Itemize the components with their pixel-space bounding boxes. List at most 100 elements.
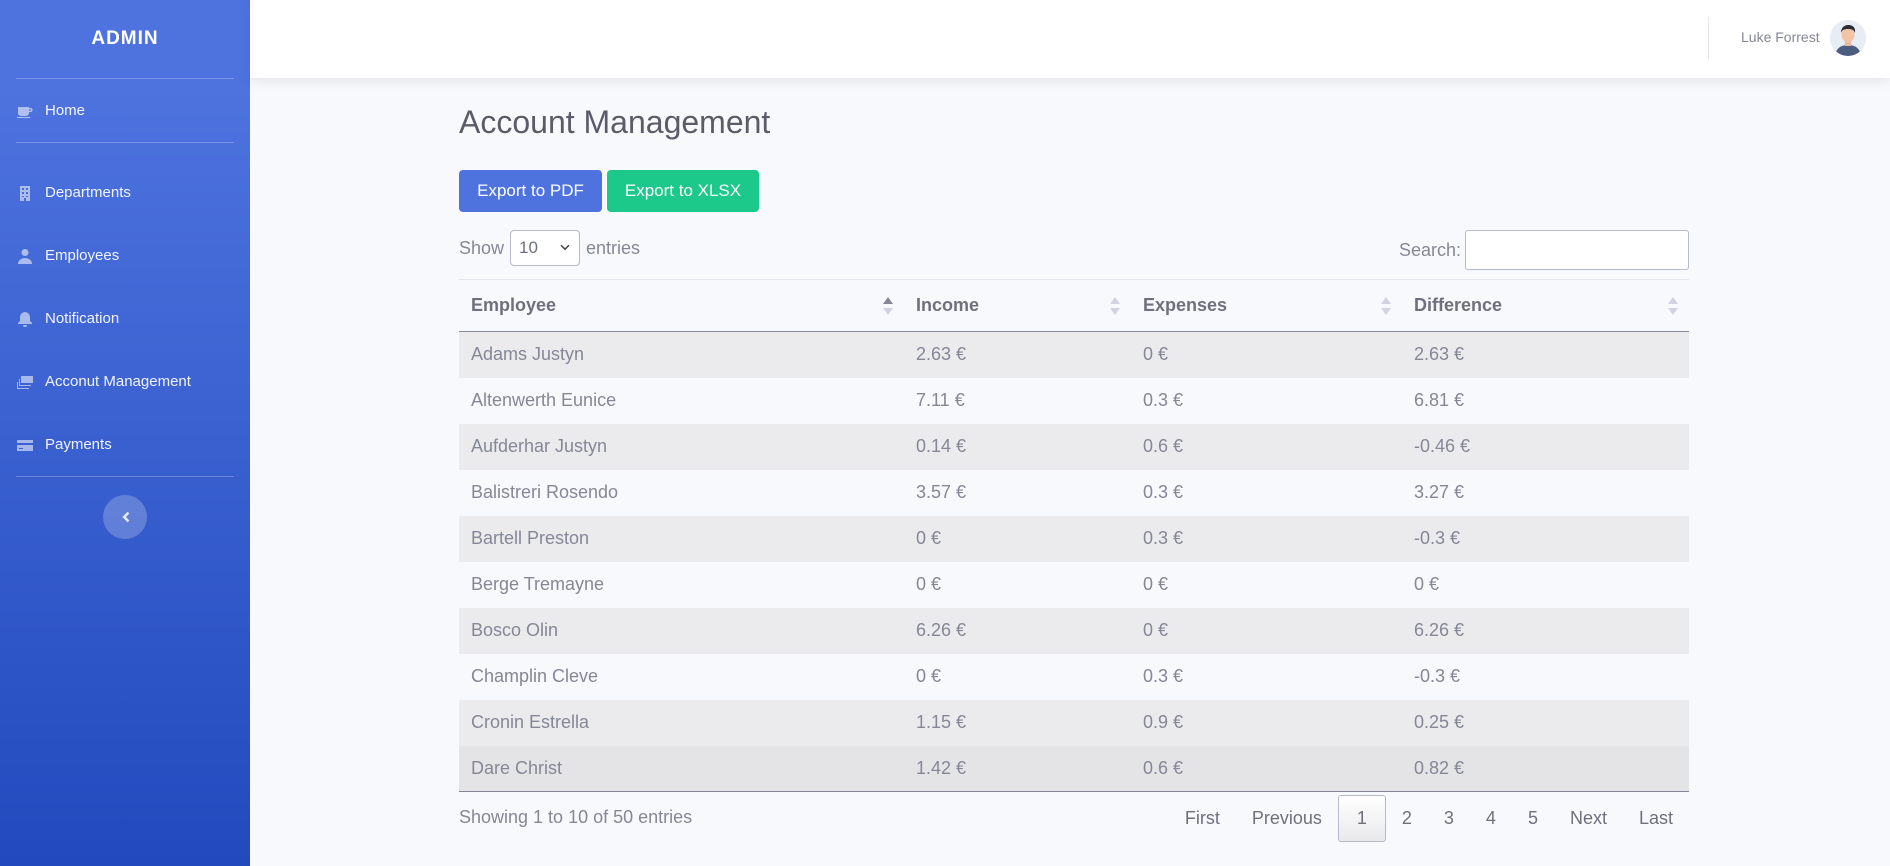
table-row: Dare Christ 1.42 € 0.6 € 0.82 € [459,745,1689,792]
cell-expenses: 0.3 € [1131,469,1402,516]
cell-difference: 6.26 € [1402,607,1689,654]
search-control: Search: [1399,230,1689,270]
topbar: Luke Forrest [250,0,1890,78]
table-header-row: Employee Income Expenses Difference [459,279,1689,332]
cell-income: 2.63 € [904,331,1131,378]
sidebar-item-notification[interactable]: Notification [0,287,250,350]
export-pdf-button[interactable]: Export to PDF [459,170,602,212]
cell-income: 6.26 € [904,607,1131,654]
cell-expenses: 0.3 € [1131,653,1402,700]
sort-icon [1668,297,1678,315]
column-header-label: Income [916,295,980,315]
cell-employee: Cronin Estrella [459,699,904,746]
search-label: Search: [1398,239,1461,260]
cell-employee: Adams Justyn [459,331,904,378]
cell-expenses: 0 € [1131,607,1402,654]
table-row: Balistreri Rosendo 3.57 € 0.3 € 3.27 € [459,469,1689,516]
credit-card-icon [17,437,37,453]
table-row: Bartell Preston 0 € 0.3 € -0.3 € [459,515,1689,562]
column-header-label: Difference [1414,295,1503,315]
cell-expenses: 0.6 € [1131,745,1402,792]
cell-employee: Dare Christ [459,745,904,792]
page-button-4[interactable]: 4 [1470,795,1512,842]
sidebar-item-label: Departments [45,184,131,201]
cell-income: 7.11 € [904,377,1131,424]
sidebar-item-departments[interactable]: Departments [0,161,250,224]
show-label: Show [459,237,505,258]
cell-expenses: 0.9 € [1131,699,1402,746]
cell-expenses: 0 € [1131,561,1402,608]
account-table: Employee Income Expenses Difference Adam… [459,279,1689,792]
column-header-employee[interactable]: Employee [459,279,904,332]
coffee-icon [17,103,37,119]
sidebar-item-home[interactable]: Home [0,79,250,142]
cell-difference: 0 € [1402,561,1689,608]
topbar-divider [1708,17,1709,59]
page-button-1[interactable]: 1 [1337,795,1386,842]
sidebar-divider [16,476,234,477]
table-row: Cronin Estrella 1.15 € 0.9 € 0.25 € [459,699,1689,746]
page-title: Account Management [459,104,771,140]
money-icon [17,374,37,390]
cell-difference: 6.81 € [1402,377,1689,424]
cell-employee: Altenwerth Eunice [459,377,904,424]
table-row: Altenwerth Eunice 7.11 € 0.3 € 6.81 € [459,377,1689,424]
bell-icon [17,311,37,327]
user-name[interactable]: Luke Forrest [1741,29,1820,45]
entries-label: entries [586,237,641,258]
cell-income: 1.42 € [904,745,1131,792]
sidebar-item-account-management[interactable]: Acconut Management [0,350,250,413]
cell-income: 0 € [904,561,1131,608]
page-button-3[interactable]: 3 [1428,795,1470,842]
page-length-select[interactable]: 10 [510,230,581,266]
cell-difference: -0.46 € [1402,423,1689,470]
cell-employee: Bartell Preston [459,515,904,562]
export-xlsx-button[interactable]: Export to XLSX [607,170,759,212]
cell-employee: Berge Tremayne [459,561,904,608]
page-first-button[interactable]: First [1169,795,1236,842]
column-header-label: Employee [471,295,557,315]
sidebar: ADMIN Home Departments Employees Notific… [0,0,250,866]
column-header-income[interactable]: Income [904,279,1131,332]
cell-difference: 3.27 € [1402,469,1689,516]
column-header-difference[interactable]: Difference [1402,279,1689,332]
column-header-expenses[interactable]: Expenses [1131,279,1402,332]
cell-income: 0 € [904,653,1131,700]
sidebar-item-label: Notification [45,310,120,327]
table-row: Bosco Olin 6.26 € 0 € 6.26 € [459,607,1689,654]
building-icon [17,185,37,201]
sidebar-item-label: Payments [45,436,112,453]
cell-difference: 2.63 € [1402,331,1689,378]
brand-logo[interactable]: ADMIN [0,0,250,78]
page-length-value: 10 [519,238,538,257]
column-header-label: Expenses [1143,295,1228,315]
cell-difference: -0.3 € [1402,653,1689,700]
cell-difference: -0.3 € [1402,515,1689,562]
page-next-button[interactable]: Next [1554,795,1623,842]
cell-income: 1.15 € [904,699,1131,746]
page-button-5[interactable]: 5 [1512,795,1554,842]
table-row: Champlin Cleve 0 € 0.3 € -0.3 € [459,653,1689,700]
user-icon [17,248,37,264]
sort-icon [1381,297,1391,315]
sidebar-item-employees[interactable]: Employees [0,224,250,287]
sidebar-toggle-button[interactable] [103,495,147,539]
cell-difference: 0.82 € [1402,745,1689,792]
avatar[interactable] [1830,20,1866,56]
chevron-left-icon [118,510,132,524]
search-input[interactable] [1465,230,1689,270]
sort-icon [1110,297,1120,315]
cell-expenses: 0 € [1131,331,1402,378]
page-previous-button[interactable]: Previous [1236,795,1338,842]
sidebar-item-label: Home [45,102,86,119]
cell-employee: Champlin Cleve [459,653,904,700]
table-info: Showing 1 to 10 of 50 entries [459,807,693,827]
sort-asc-icon [883,297,893,315]
table-row: Adams Justyn 2.63 € 0 € 2.63 € [459,331,1689,378]
sidebar-item-payments[interactable]: Payments [0,413,250,476]
page-last-button[interactable]: Last [1623,795,1689,842]
sidebar-item-label: Employees [45,247,120,264]
cell-expenses: 0.6 € [1131,423,1402,470]
sidebar-item-label: Acconut Management [45,373,191,390]
page-button-2[interactable]: 2 [1386,795,1428,842]
